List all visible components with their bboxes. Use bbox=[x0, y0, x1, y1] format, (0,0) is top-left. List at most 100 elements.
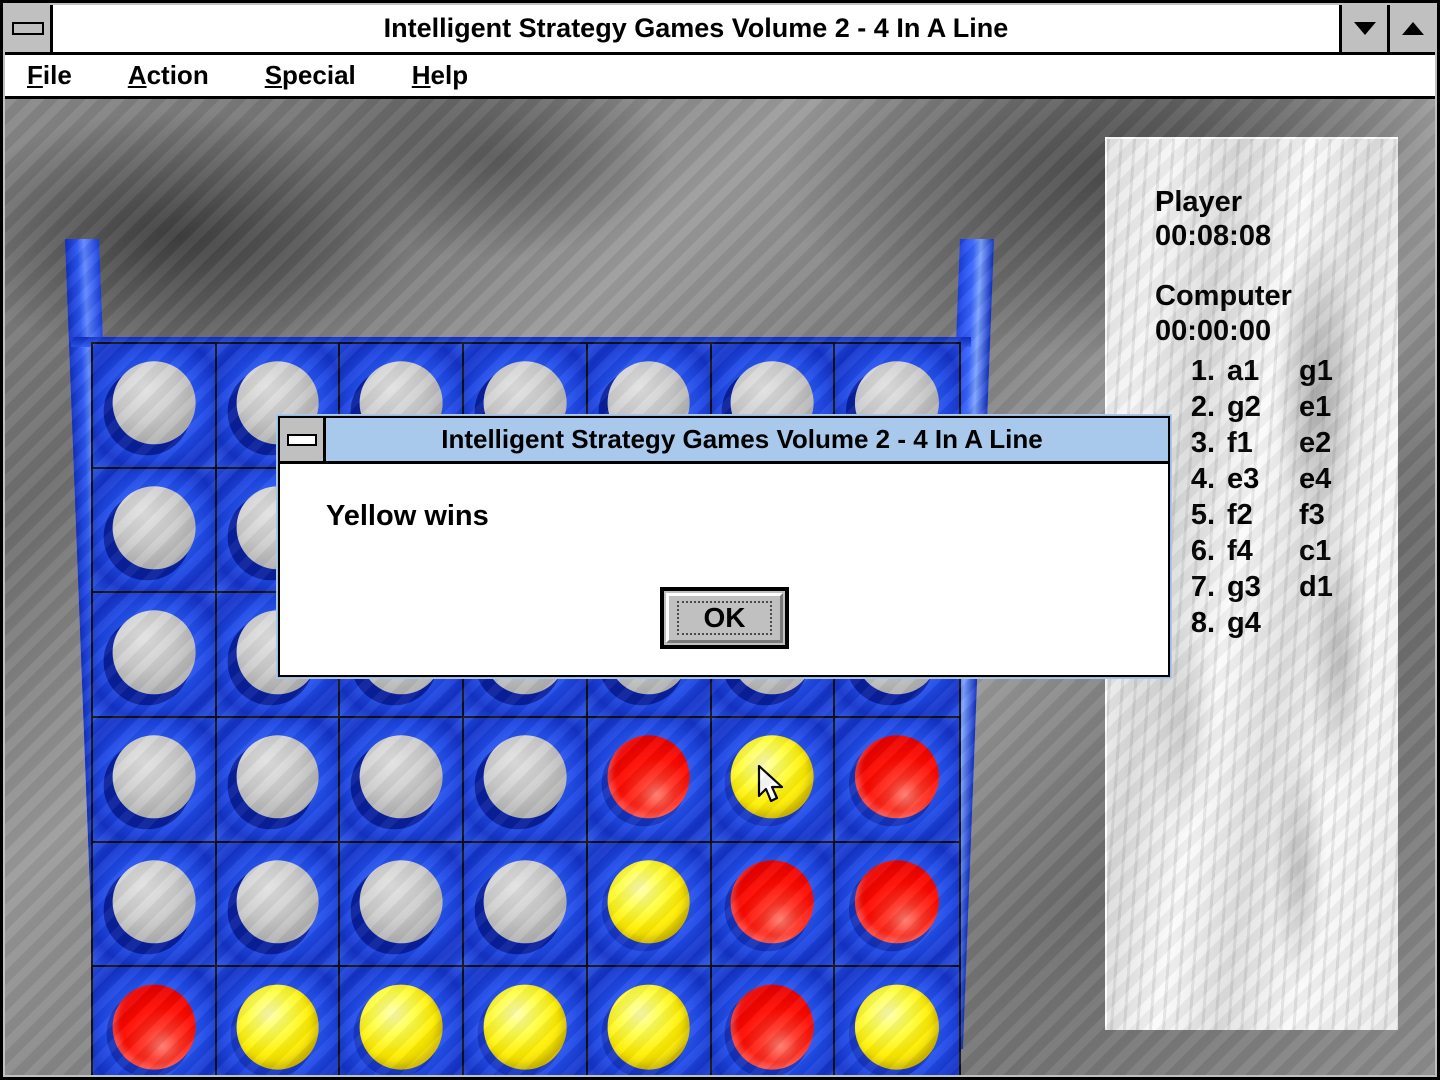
move-number: 5. bbox=[1190, 498, 1215, 531]
disc-red bbox=[731, 984, 814, 1070]
move-row: 2. g2 e1 bbox=[1169, 390, 1398, 426]
board-cell-g2[interactable] bbox=[835, 842, 959, 968]
disc-empty bbox=[112, 610, 196, 694]
menu-accel-action: A bbox=[127, 60, 147, 90]
board-cell-e3[interactable] bbox=[587, 717, 712, 843]
board-cell-d3[interactable] bbox=[464, 717, 588, 843]
down-arrow-icon bbox=[1353, 22, 1376, 35]
board-cell-e2[interactable] bbox=[587, 842, 712, 968]
move-player: a1 bbox=[1227, 354, 1260, 387]
move-player: g2 bbox=[1227, 390, 1261, 423]
app-root: Intelligent Strategy Games Volume 2 - 4 … bbox=[0, 0, 1440, 1080]
board-cell-g3[interactable] bbox=[835, 717, 959, 843]
board-cell-f3[interactable] bbox=[711, 717, 836, 843]
menu-accel-special: S bbox=[264, 60, 283, 90]
menu-bar: File Action Special Help bbox=[5, 55, 1435, 99]
disc-red bbox=[855, 859, 940, 944]
title-bar-buttons bbox=[1339, 5, 1435, 52]
move-number: 6. bbox=[1190, 534, 1215, 567]
move-row: 7. g3 d1 bbox=[1169, 570, 1398, 606]
dialog-title-bar: Intelligent Strategy Games Volume 2 - 4 … bbox=[280, 418, 1168, 464]
move-row: 4. e3 e4 bbox=[1169, 462, 1398, 498]
disc-red bbox=[731, 859, 814, 944]
move-number: 8. bbox=[1190, 606, 1215, 639]
menu-label-special: pecial bbox=[282, 60, 356, 90]
board-cell-a6[interactable] bbox=[93, 344, 217, 469]
computer-time: 00:00:00 bbox=[1155, 314, 1272, 347]
move-player: f2 bbox=[1227, 498, 1253, 531]
move-number: 1. bbox=[1190, 354, 1215, 387]
move-list: 1. a1 g1 2. g2 e1 3. f1 e2 4. e3 e4 5. f2 f3 6. f4 c1 7. g3… bbox=[1169, 354, 1398, 642]
board-cell-a4[interactable] bbox=[93, 593, 217, 718]
disc-empty bbox=[112, 735, 196, 819]
ok-button[interactable]: OK bbox=[660, 587, 789, 649]
clock-spacer bbox=[1155, 253, 1398, 279]
menu-label-action: ction bbox=[146, 60, 209, 90]
move-computer: c1 bbox=[1299, 534, 1332, 567]
board-cell-b2[interactable] bbox=[216, 842, 341, 968]
move-number: 2. bbox=[1190, 390, 1215, 423]
board-cell-a5[interactable] bbox=[93, 468, 217, 594]
board-cell-a1[interactable] bbox=[93, 967, 217, 1075]
move-row: 8. g4 bbox=[1169, 606, 1398, 642]
disc-empty bbox=[112, 859, 196, 944]
move-computer: e1 bbox=[1299, 390, 1332, 423]
up-arrow-icon bbox=[1401, 22, 1424, 35]
board-cell-e1[interactable] bbox=[587, 967, 712, 1075]
disc-empty bbox=[483, 859, 567, 944]
move-player: e3 bbox=[1227, 462, 1260, 495]
dialog-system-menu-button[interactable] bbox=[280, 418, 326, 461]
board-cell-b1[interactable] bbox=[216, 967, 341, 1075]
window-title: Intelligent Strategy Games Volume 2 - 4 … bbox=[383, 13, 1009, 43]
board-cell-g1[interactable] bbox=[835, 967, 959, 1075]
board-cell-a2[interactable] bbox=[93, 842, 217, 968]
board-cell-d1[interactable] bbox=[464, 967, 588, 1075]
board-cell-b3[interactable] bbox=[216, 717, 341, 843]
board-cell-c3[interactable] bbox=[340, 717, 465, 843]
move-computer bbox=[1299, 606, 1371, 642]
move-player: g3 bbox=[1227, 570, 1261, 603]
menu-accel-file: F bbox=[27, 60, 43, 90]
disc-empty bbox=[112, 361, 196, 445]
disc-empty bbox=[359, 859, 443, 944]
board-cell-d2[interactable] bbox=[464, 842, 588, 968]
disc-yellow bbox=[855, 984, 940, 1070]
dialog-title: Intelligent Strategy Games Volume 2 - 4 … bbox=[441, 424, 1043, 454]
maximize-button[interactable] bbox=[1387, 5, 1435, 52]
board-cell-f2[interactable] bbox=[711, 842, 836, 968]
disc-yellow bbox=[483, 984, 567, 1070]
move-computer: e2 bbox=[1299, 426, 1332, 459]
menu-item-action[interactable]: Action bbox=[128, 60, 209, 91]
move-number: 7. bbox=[1190, 570, 1215, 603]
board-cell-c1[interactable] bbox=[340, 967, 465, 1075]
move-player: f1 bbox=[1227, 426, 1253, 459]
menu-label-file: ile bbox=[42, 60, 72, 90]
disc-red bbox=[607, 735, 691, 819]
ok-button-label: OK bbox=[703, 602, 746, 633]
disc-empty bbox=[359, 735, 443, 819]
disc-red bbox=[112, 984, 196, 1070]
message-dialog: Intelligent Strategy Games Volume 2 - 4 … bbox=[278, 416, 1170, 677]
disc-empty bbox=[236, 735, 319, 819]
move-computer: f3 bbox=[1299, 498, 1325, 531]
minimize-bar-icon bbox=[11, 22, 44, 35]
player-time: 00:08:08 bbox=[1155, 220, 1272, 253]
move-row: 1. a1 g1 bbox=[1169, 354, 1398, 390]
menu-accel-help: H bbox=[411, 60, 431, 90]
minimize-button[interactable] bbox=[1339, 5, 1387, 52]
board-cell-a3[interactable] bbox=[93, 717, 217, 843]
disc-yellow bbox=[236, 984, 319, 1070]
title-bar: Intelligent Strategy Games Volume 2 - 4 … bbox=[5, 5, 1435, 55]
menu-item-special[interactable]: Special bbox=[265, 60, 356, 91]
board-cell-f1[interactable] bbox=[711, 967, 836, 1075]
disc-empty bbox=[483, 735, 567, 819]
move-number: 4. bbox=[1190, 462, 1215, 495]
system-menu-button[interactable] bbox=[5, 5, 53, 52]
move-row: 6. f4 c1 bbox=[1169, 534, 1398, 570]
board-cell-c2[interactable] bbox=[340, 842, 465, 968]
move-row: 3. f1 e2 bbox=[1169, 426, 1398, 462]
move-computer: e4 bbox=[1299, 462, 1332, 495]
menu-item-help[interactable]: Help bbox=[412, 60, 468, 91]
menu-item-file[interactable]: File bbox=[27, 60, 72, 91]
move-player: f4 bbox=[1227, 534, 1253, 567]
